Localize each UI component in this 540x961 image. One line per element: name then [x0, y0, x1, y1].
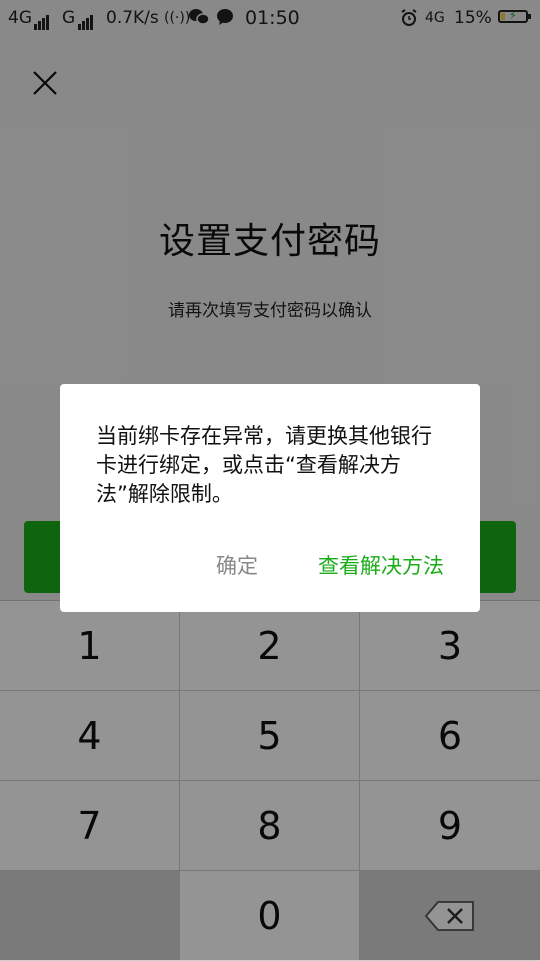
view-solution-button[interactable]: 查看解决方法	[318, 550, 444, 580]
ok-button[interactable]: 确定	[216, 550, 258, 580]
alert-dialog: 当前绑卡存在异常，请更换其他银行卡进行绑定，或点击“查看解决方法”解除限制。 确…	[60, 384, 480, 612]
dialog-message: 当前绑卡存在异常，请更换其他银行卡进行绑定，或点击“查看解决方法”解除限制。	[96, 424, 432, 506]
